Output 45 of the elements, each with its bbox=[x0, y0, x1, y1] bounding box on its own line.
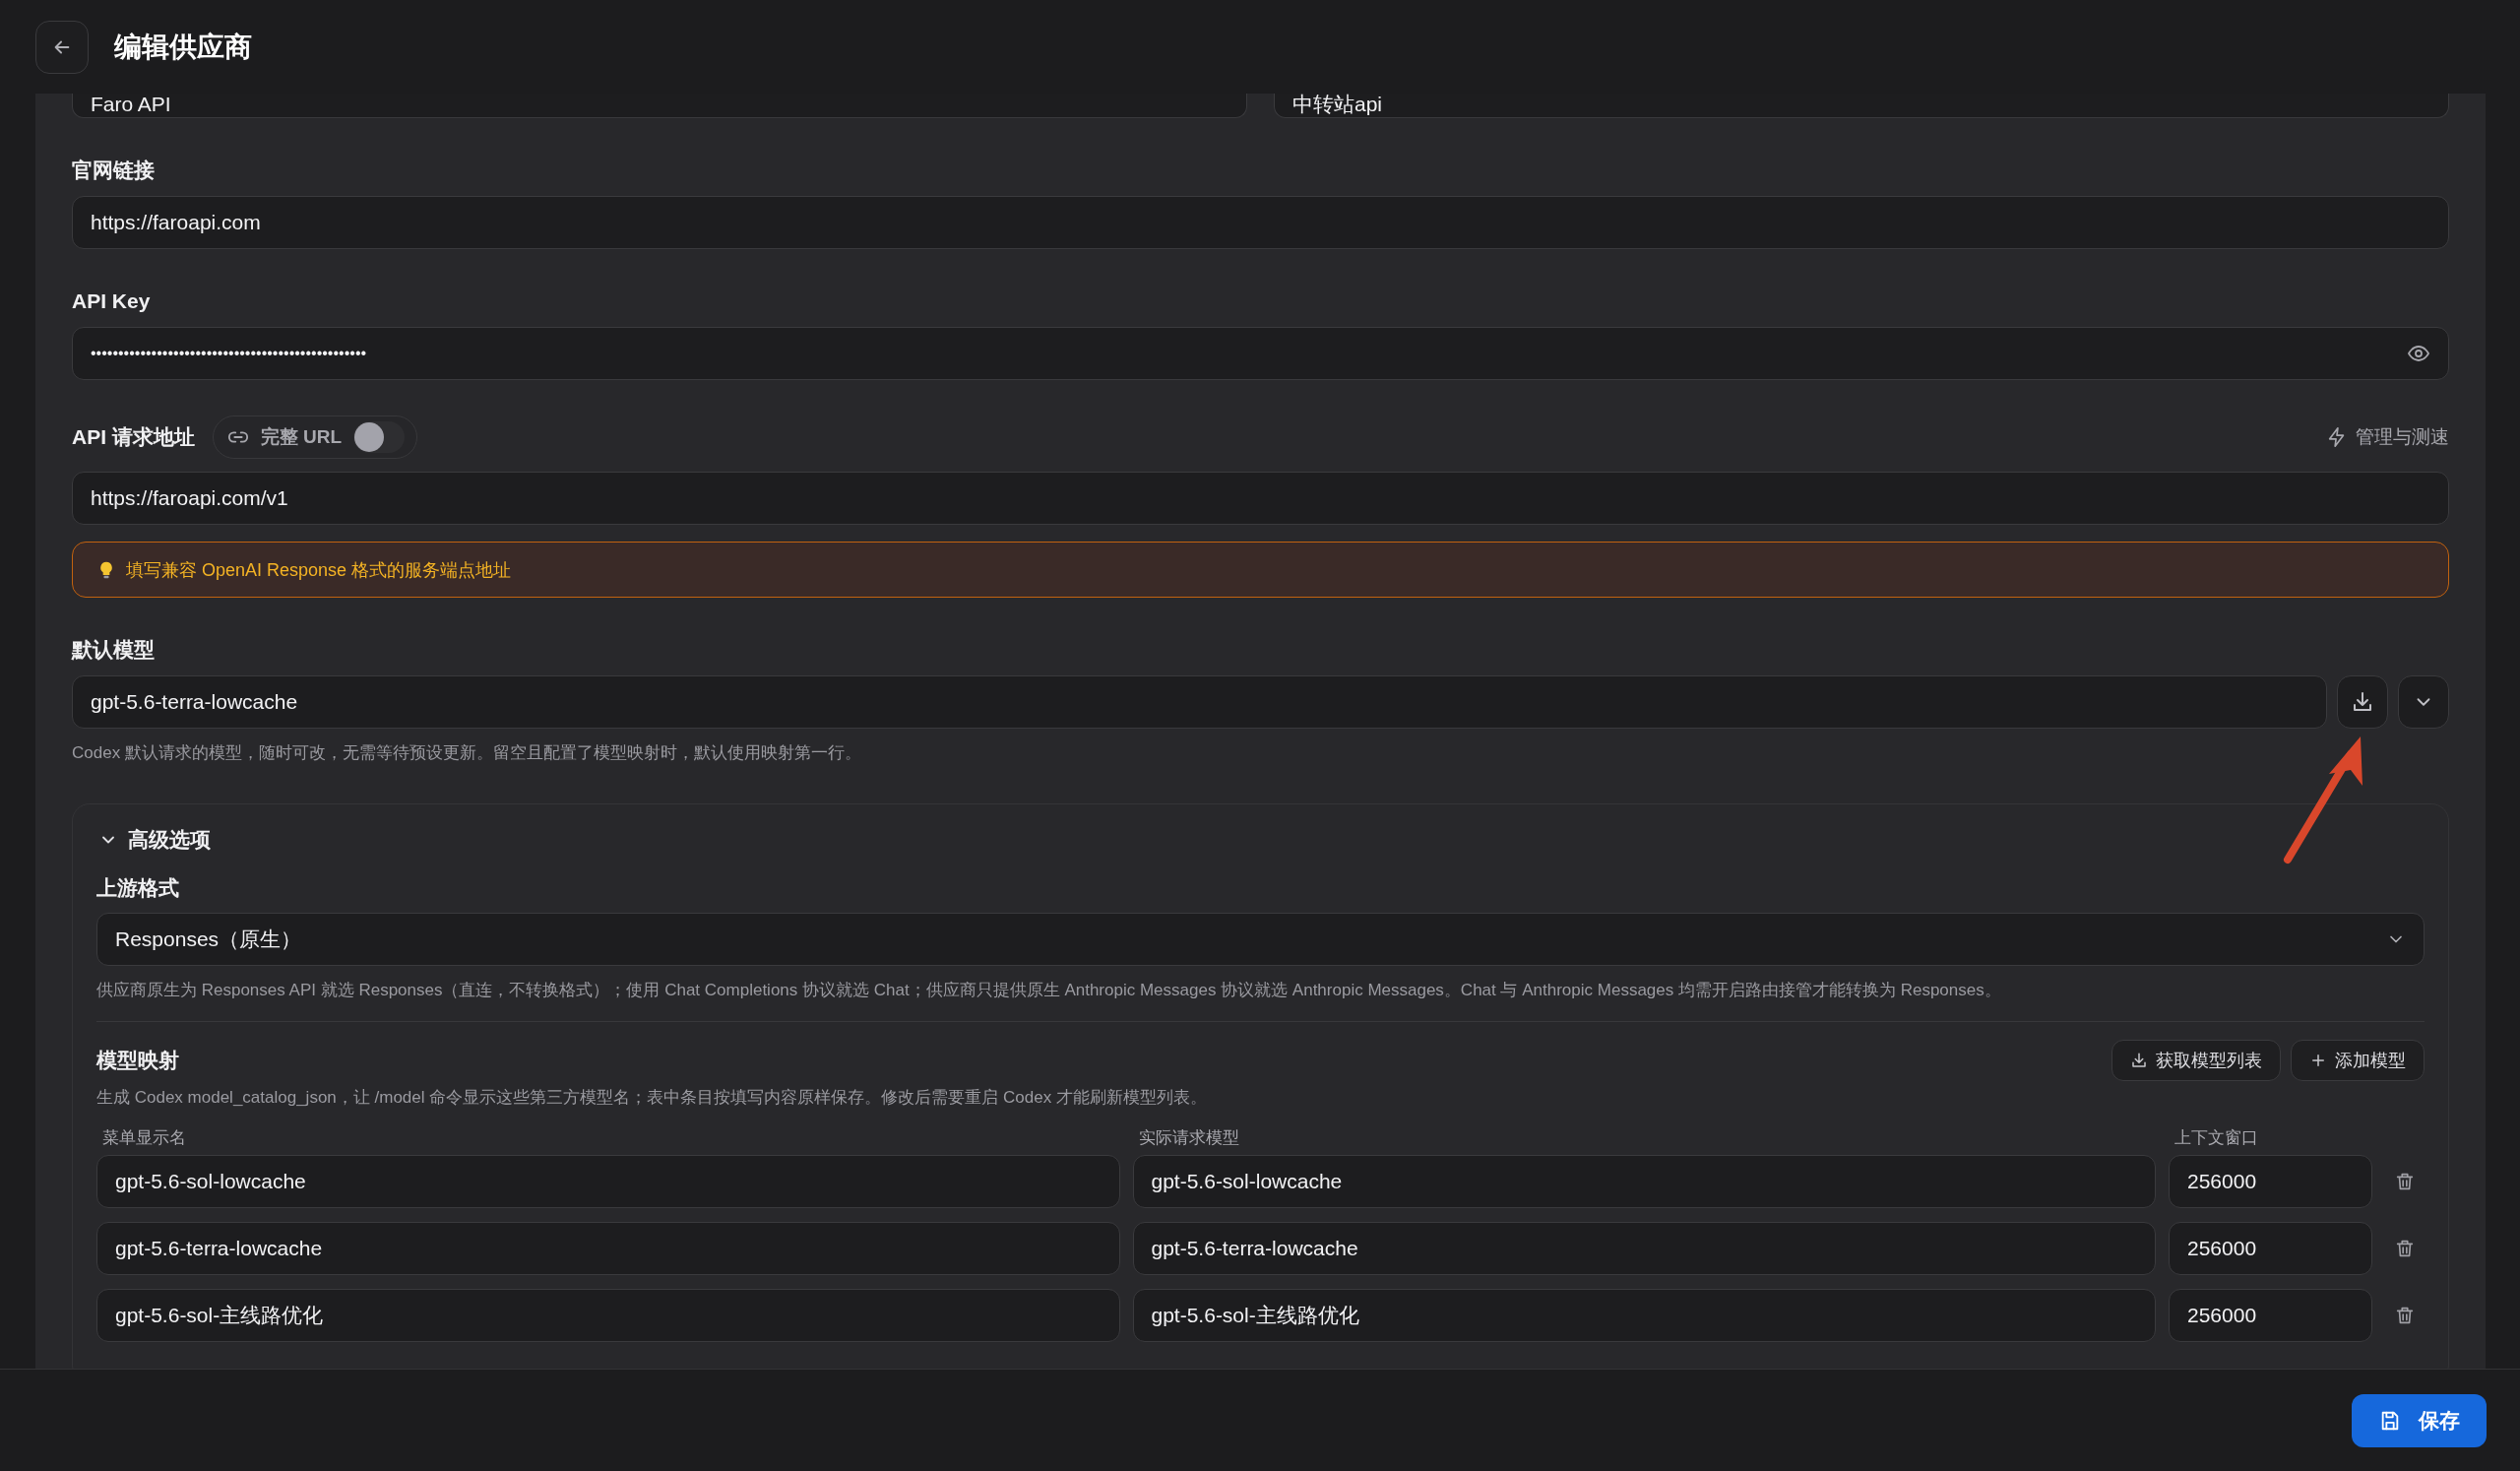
fetch-model-list-button[interactable]: 获取模型列表 bbox=[2111, 1040, 2281, 1081]
plus-icon bbox=[2309, 1052, 2327, 1069]
hint-text: 供应商原生为 Responses API 就选 Responses（直连，不转换格式）；使用 Chat Completions 协议就选 Chat；供应商只提供原生 Anthropic Messages 协议就选 Anthropic Messages。Chat 与 Anthropic Messages 均需开启路由接管才能转换为 Responses。 bbox=[96, 980, 2002, 1001]
download-icon bbox=[2351, 690, 2374, 714]
field-label: API Key bbox=[72, 288, 151, 314]
column-header: 上下文窗口 bbox=[2174, 1127, 2259, 1149]
text-field[interactable]: Faro API bbox=[72, 94, 1247, 118]
text-field[interactable]: gpt-5.6-terra-lowcache bbox=[1132, 1222, 2156, 1275]
add-model-button[interactable]: 添加模型 bbox=[2291, 1040, 2425, 1081]
url-field[interactable]: https://faroapi.com/v1 bbox=[72, 472, 2449, 525]
download-icon bbox=[2130, 1052, 2148, 1069]
section-title: 模型映射 bbox=[96, 1048, 179, 1073]
text-field[interactable]: gpt-5.6-sol-lowcache bbox=[96, 1155, 1120, 1208]
field-label: API 请求地址 bbox=[72, 424, 195, 450]
column-header: 菜单显示名 bbox=[101, 1127, 187, 1149]
number-field[interactable]: 256000 bbox=[2169, 1289, 2372, 1342]
format-select[interactable]: Responses（原生） bbox=[96, 913, 2425, 966]
page-title: 编辑供应商 bbox=[114, 30, 252, 64]
hint-text: 生成 Codex model_catalog_json，让 /model 命令显示这些第三方模型名；表中条目按填写内容原样保存。修改后需要重启 Codex 才能刷新模型列表。 bbox=[96, 1087, 1208, 1109]
text-field[interactable]: gpt-5.6-terra-lowcache bbox=[96, 1222, 1120, 1275]
text-field[interactable]: gpt-5.6-sol-主线路优化 bbox=[96, 1289, 1120, 1342]
number-field[interactable]: 256000 bbox=[2169, 1222, 2372, 1275]
text-field[interactable]: 中转站api bbox=[1274, 94, 2449, 118]
hint-text: Codex 默认请求的模型，随时可改，无需等待预设更新。留空且配置了模型映射时，默认使用映射第一行。 bbox=[72, 742, 862, 764]
number-field[interactable]: 256000 bbox=[2169, 1155, 2372, 1208]
trash-icon bbox=[2394, 1305, 2416, 1326]
field-label: 默认模型 bbox=[72, 637, 155, 663]
model-field[interactable]: gpt-5.6-terra-lowcache bbox=[72, 675, 2327, 729]
field-label: 上游格式 bbox=[96, 875, 179, 901]
password-field[interactable]: •••••••••••••••••••••••••••••••••••••••••••••••••• bbox=[72, 327, 2449, 380]
advanced-options-toggle[interactable]: 高级选项 bbox=[96, 826, 211, 854]
trash-icon bbox=[2394, 1171, 2416, 1192]
manage-link[interactable]: 管理与测速 bbox=[2326, 424, 2449, 450]
fetch-models-button[interactable] bbox=[2337, 675, 2388, 729]
url-field[interactable]: https://faroapi.com bbox=[72, 196, 2449, 249]
toggle-switch[interactable] bbox=[353, 421, 406, 453]
toggle-label: 完整 URL bbox=[260, 425, 343, 449]
field-label: 官网链接 bbox=[72, 158, 155, 183]
notice-text: 填写兼容 OpenAI Response 格式的服务端点地址 bbox=[126, 558, 512, 582]
save-button[interactable]: 保存 bbox=[2352, 1393, 2487, 1447]
full-url-toggle[interactable]: 完整 URL bbox=[212, 416, 418, 459]
trash-icon bbox=[2394, 1238, 2416, 1259]
column-header: 实际请求模型 bbox=[1137, 1127, 1240, 1149]
text-field[interactable]: gpt-5.6-sol-lowcache bbox=[1132, 1155, 2156, 1208]
text-field[interactable]: gpt-5.6-sol-主线路优化 bbox=[1132, 1289, 2156, 1342]
